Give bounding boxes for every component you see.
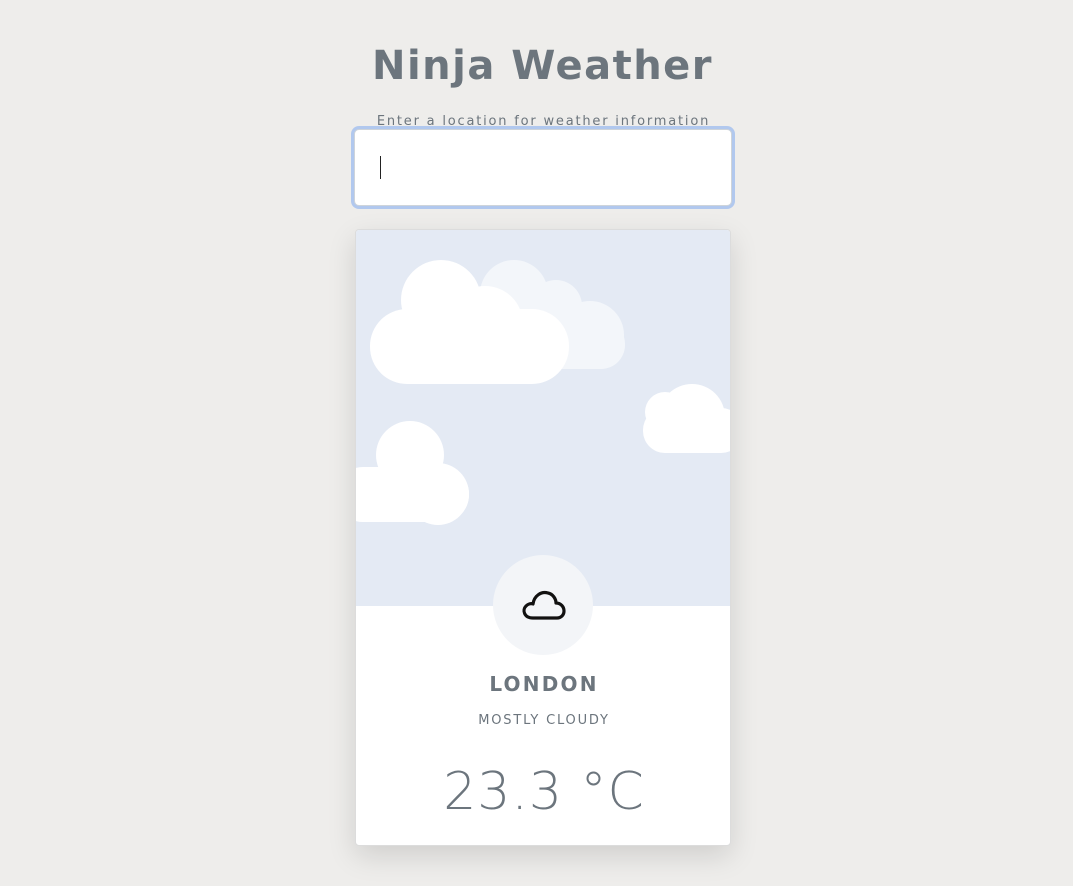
left-cloud <box>356 421 469 525</box>
temperature-value: 23.3 <box>443 762 563 822</box>
right-cloud <box>643 384 730 453</box>
app-title: Ninja Weather <box>371 43 714 89</box>
page: Ninja Weather Enter a location for weath… <box>0 0 1073 886</box>
weather-condition: MOSTLY CLOUDY <box>478 713 610 728</box>
temperature-display: 23.3 °C <box>356 757 730 827</box>
location-search-input[interactable] <box>354 129 732 206</box>
city-name: LONDON <box>489 672 599 696</box>
clouds-illustration <box>356 260 730 525</box>
text-caret <box>380 156 381 179</box>
sky-illustration <box>356 230 730 606</box>
weather-card: LONDON MOSTLY CLOUDY 23.3 °C <box>355 229 731 846</box>
weather-icon-badge <box>493 555 593 655</box>
temperature-unit: °C <box>580 762 645 822</box>
cloud-icon <box>522 590 566 620</box>
search-label: Enter a location for weather information <box>376 114 711 129</box>
